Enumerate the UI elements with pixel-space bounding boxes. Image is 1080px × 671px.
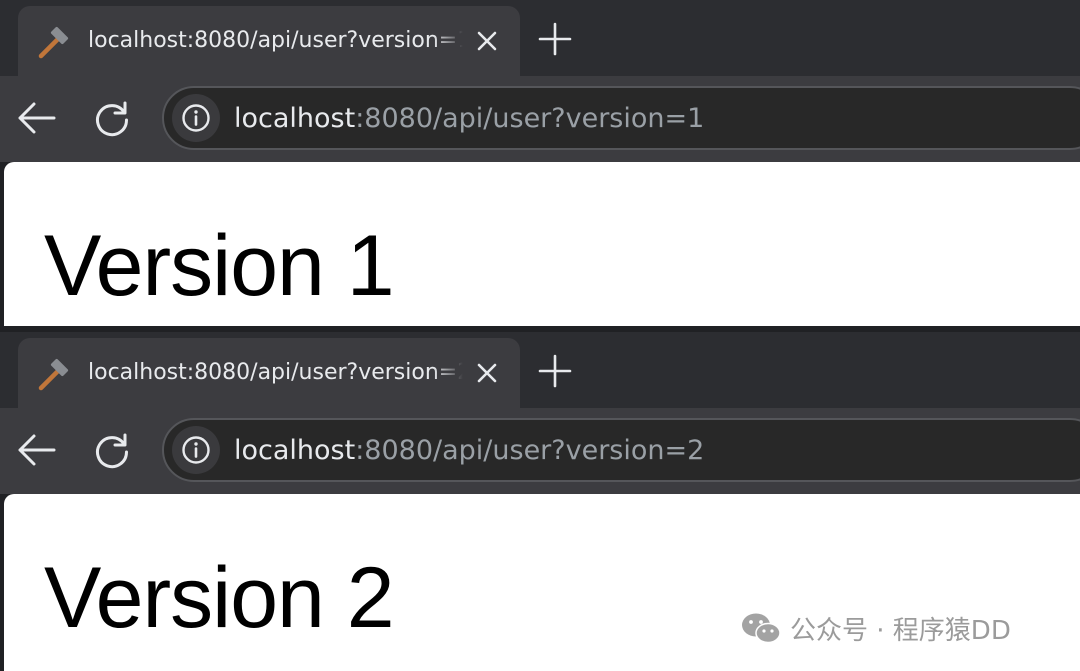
browser-window-1: localhost:8080/api/user?version=1 localh… [0, 0, 1080, 326]
plus-icon[interactable] [536, 352, 574, 390]
address-bar[interactable]: localhost:8080/api/user?version=1 [162, 86, 1080, 150]
site-info-button[interactable] [172, 94, 220, 142]
url-host: localhost [234, 103, 356, 134]
page-heading: Version 1 [44, 218, 395, 314]
watermark: 公众号 · 程序猿DD [740, 610, 1011, 646]
wechat-icon [742, 613, 781, 644]
url-path: :8080/api/user?version=1 [355, 103, 705, 134]
address-bar[interactable]: localhost:8080/api/user?version=2 [162, 418, 1080, 482]
toolbar: localhost:8080/api/user?version=1 [0, 76, 1080, 162]
close-icon[interactable] [472, 26, 502, 56]
site-info-button[interactable] [172, 426, 220, 474]
page-heading: Version 2 [44, 550, 395, 646]
info-icon [182, 104, 210, 132]
arrow-left-icon[interactable] [14, 430, 58, 470]
url-host: localhost [234, 435, 356, 466]
tab-title: localhost:8080/api/user?version=2 [88, 360, 463, 385]
reload-icon[interactable] [92, 98, 132, 138]
url-path: :8080/api/user?version=2 [355, 435, 705, 466]
toolbar: localhost:8080/api/user?version=2 [0, 408, 1080, 494]
hammer-icon [38, 358, 69, 391]
url-text: localhost:8080/api/user?version=1 [234, 101, 704, 137]
watermark-text: 公众号 · 程序猿DD [790, 615, 1011, 646]
arrow-left-icon[interactable] [14, 98, 58, 138]
plus-icon[interactable] [536, 20, 574, 58]
url-text: localhost:8080/api/user?version=2 [234, 433, 704, 469]
info-icon [182, 436, 210, 464]
close-icon[interactable] [472, 358, 502, 388]
reload-icon[interactable] [92, 430, 132, 470]
tab-strip: localhost:8080/api/user?version=1 [0, 0, 1080, 76]
page-content: Version 1 [4, 162, 1080, 326]
tab-title: localhost:8080/api/user?version=1 [88, 28, 463, 53]
tab-active[interactable]: localhost:8080/api/user?version=1 [18, 6, 520, 76]
hammer-icon [38, 26, 69, 59]
tab-active[interactable]: localhost:8080/api/user?version=2 [18, 338, 520, 408]
tab-strip: localhost:8080/api/user?version=2 [0, 332, 1080, 408]
